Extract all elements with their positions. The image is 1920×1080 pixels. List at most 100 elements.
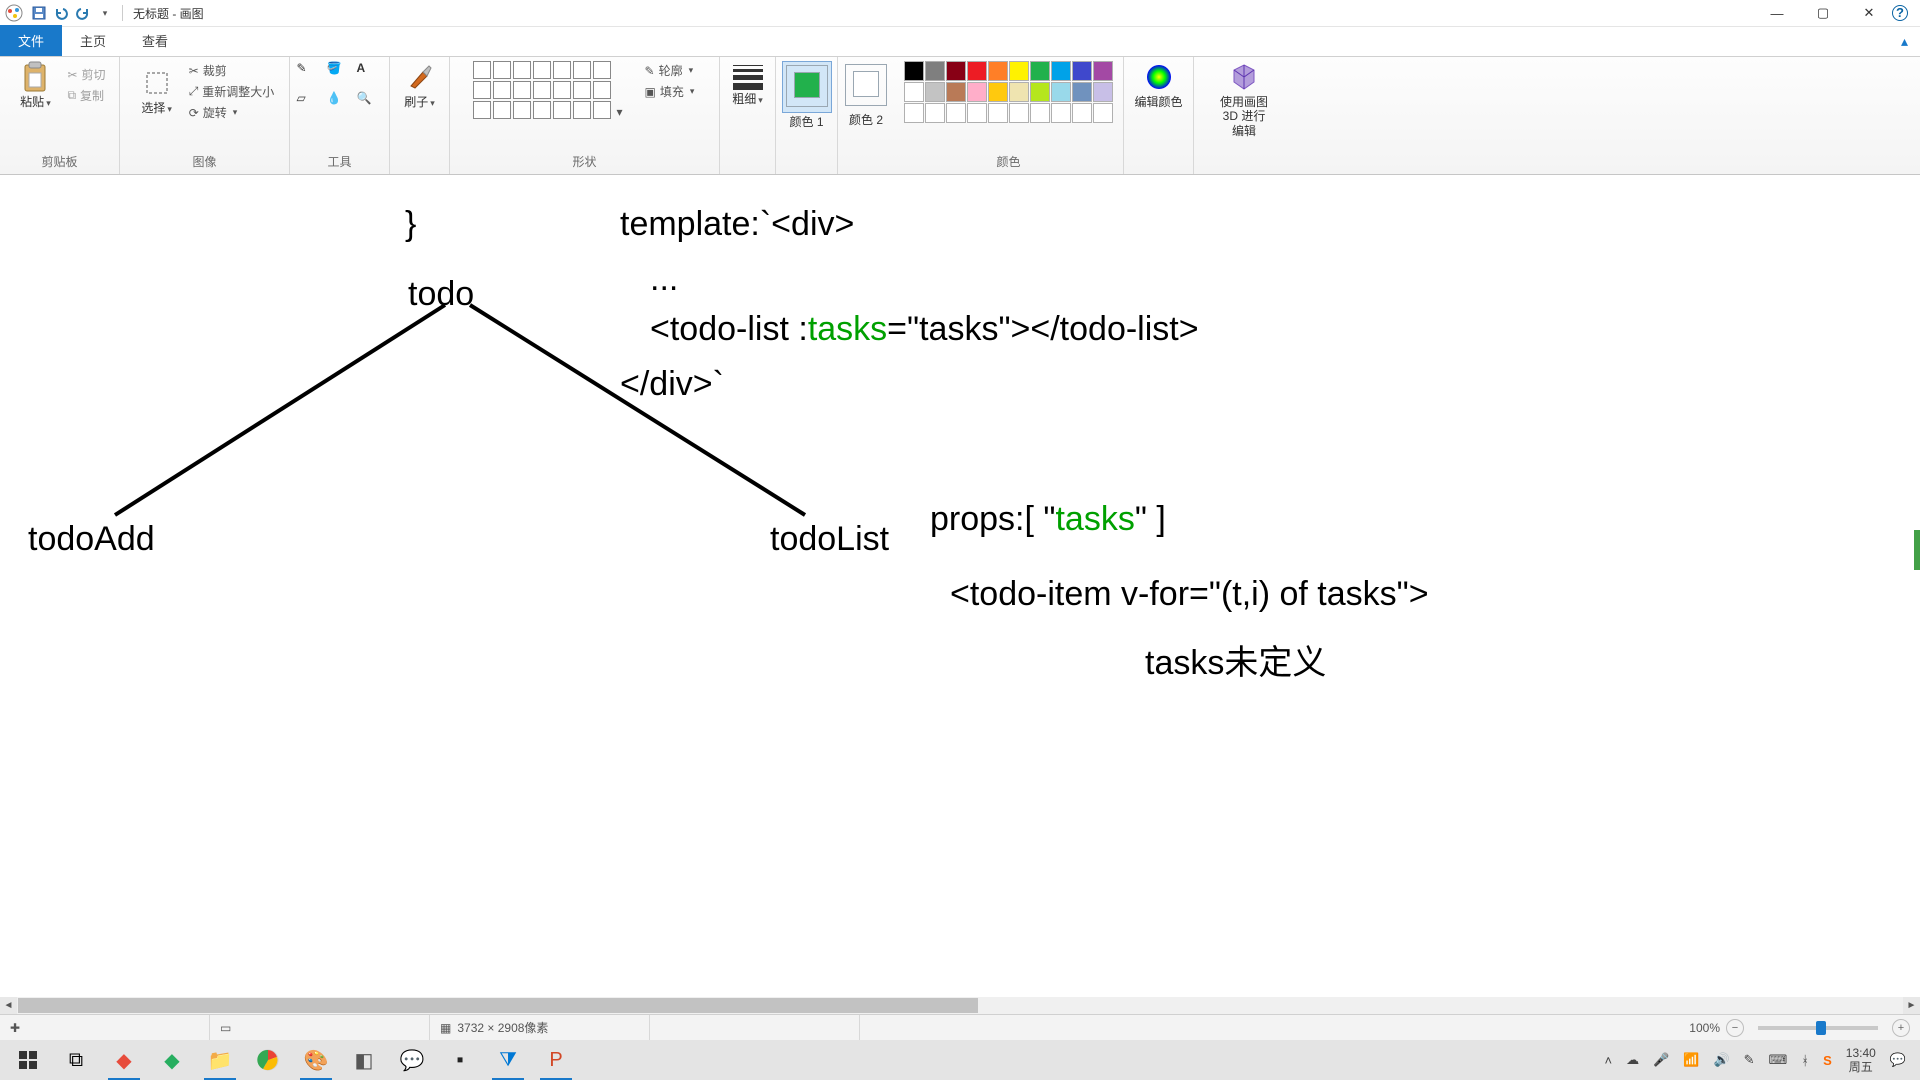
edit-colors-button[interactable]: 编辑颜色 xyxy=(1135,61,1183,109)
maximize-button[interactable]: ▢ xyxy=(1800,0,1846,27)
shapes-gallery[interactable] xyxy=(473,61,611,119)
taskbar-app-1[interactable]: ◆ xyxy=(100,1040,148,1080)
picker-icon[interactable]: 💧 xyxy=(327,91,353,117)
text-icon[interactable]: A xyxy=(357,61,383,87)
palette-color[interactable] xyxy=(925,61,945,81)
palette-color[interactable] xyxy=(1030,82,1050,102)
start-button[interactable] xyxy=(4,1040,52,1080)
scroll-thumb[interactable] xyxy=(18,998,978,1013)
tray-volume-icon[interactable]: 🔊 xyxy=(1713,1052,1729,1068)
color1-button[interactable] xyxy=(782,61,832,113)
palette-color[interactable] xyxy=(1051,61,1071,81)
redo-icon[interactable] xyxy=(74,4,92,22)
save-icon[interactable] xyxy=(30,4,48,22)
palette-color[interactable] xyxy=(946,82,966,102)
palette-color[interactable] xyxy=(1093,61,1113,81)
palette-empty[interactable] xyxy=(925,103,945,123)
palette-color[interactable] xyxy=(988,82,1008,102)
resize-button[interactable]: ⤢ 重新调整大小 xyxy=(187,82,277,101)
taskbar-app-3[interactable]: ◧ xyxy=(340,1040,388,1080)
palette-color[interactable] xyxy=(988,61,1008,81)
palette-color[interactable] xyxy=(1009,82,1029,102)
side-handle[interactable] xyxy=(1914,530,1920,570)
palette-color[interactable] xyxy=(904,82,924,102)
color-palette[interactable] xyxy=(904,61,1113,123)
tray-chevron-up-icon[interactable]: ˄ xyxy=(1604,1053,1612,1068)
tray-wifi-icon[interactable]: 📶 xyxy=(1683,1052,1699,1068)
canvas-area[interactable]: } template:`<div> ... todo <todo-list :t… xyxy=(0,175,1920,1014)
paste-button[interactable]: 粘贴▾ xyxy=(11,61,59,109)
palette-color[interactable] xyxy=(1009,61,1029,81)
thickness-button[interactable] xyxy=(731,65,765,90)
close-button[interactable]: ✕ xyxy=(1846,0,1892,27)
zoom-out-button[interactable]: − xyxy=(1726,1019,1744,1037)
scroll-right-icon[interactable]: ► xyxy=(1903,997,1920,1014)
palette-empty[interactable] xyxy=(1009,103,1029,123)
tab-file[interactable]: 文件 xyxy=(0,25,62,56)
palette-empty[interactable] xyxy=(1030,103,1050,123)
group-label: 图像 xyxy=(192,153,216,172)
palette-color[interactable] xyxy=(904,61,924,81)
palette-empty[interactable] xyxy=(1072,103,1092,123)
tray-pen-icon[interactable]: ✎ xyxy=(1744,1052,1755,1068)
qat-dropdown-icon[interactable]: ▾ xyxy=(96,4,114,22)
tab-home[interactable]: 主页 xyxy=(62,25,124,56)
taskbar-terminal[interactable]: ▪ xyxy=(436,1040,484,1080)
taskbar-paint[interactable]: 🎨 xyxy=(292,1040,340,1080)
palette-color[interactable] xyxy=(1093,82,1113,102)
palette-color[interactable] xyxy=(967,82,987,102)
palette-color[interactable] xyxy=(1072,82,1092,102)
help-button[interactable]: ? xyxy=(1892,5,1908,21)
taskview-button[interactable]: ⧉ xyxy=(52,1040,100,1080)
select-button[interactable]: 选择▾ xyxy=(133,67,181,115)
zoom-in-button[interactable]: + xyxy=(1892,1019,1910,1037)
tray-clock[interactable]: 13:40 周五 xyxy=(1846,1046,1876,1075)
tray-sogou-icon[interactable]: S xyxy=(1823,1053,1832,1068)
tray-ime-icon[interactable]: ⌨ xyxy=(1769,1052,1788,1068)
cut-button[interactable]: ✂ 剪切 xyxy=(65,65,107,84)
tab-view[interactable]: 查看 xyxy=(124,25,186,56)
eraser-icon[interactable]: ▱ xyxy=(297,91,323,117)
palette-color[interactable] xyxy=(1030,61,1050,81)
tray-onedrive-icon[interactable]: ☁ xyxy=(1626,1052,1639,1068)
taskbar-chrome[interactable] xyxy=(244,1040,292,1080)
palette-color[interactable] xyxy=(1051,82,1071,102)
taskbar-app-2[interactable]: ◆ xyxy=(148,1040,196,1080)
crop-button[interactable]: ✂ 裁剪 xyxy=(187,61,229,80)
magnifier-icon[interactable]: 🔍 xyxy=(357,91,383,117)
palette-empty[interactable] xyxy=(1051,103,1071,123)
shape-fill-button[interactable]: ▣ 填充▾ xyxy=(643,82,697,101)
title-bar: ▾ 无标题 - 画图 — ▢ ✕ ? xyxy=(0,0,1920,27)
palette-empty[interactable] xyxy=(1093,103,1113,123)
palette-color[interactable] xyxy=(946,61,966,81)
tray-notifications-icon[interactable]: 💬 xyxy=(1890,1052,1906,1068)
ribbon-minimize-icon[interactable]: ▴ xyxy=(1889,27,1920,56)
taskbar-explorer[interactable]: 📁 xyxy=(196,1040,244,1080)
tray-bluetooth-icon[interactable]: ᚼ xyxy=(1801,1053,1809,1068)
brushes-button[interactable]: 刷子▾ xyxy=(396,61,444,109)
shapes-more-icon[interactable]: ▾ xyxy=(617,61,631,119)
taskbar-wechat[interactable]: 💬 xyxy=(388,1040,436,1080)
palette-empty[interactable] xyxy=(967,103,987,123)
rotate-button[interactable]: ⟳ 旋转▾ xyxy=(187,103,240,122)
palette-color[interactable] xyxy=(1072,61,1092,81)
zoom-slider[interactable] xyxy=(1758,1026,1878,1030)
tray-mic-icon[interactable]: 🎤 xyxy=(1653,1052,1669,1068)
taskbar-powerpoint[interactable]: P xyxy=(532,1040,580,1080)
color2-button[interactable] xyxy=(842,61,890,111)
minimize-button[interactable]: — xyxy=(1754,0,1800,27)
taskbar-vscode[interactable]: ⧩ xyxy=(484,1040,532,1080)
bucket-icon[interactable]: 🪣 xyxy=(327,61,353,87)
shape-outline-button[interactable]: ✎ 轮廓▾ xyxy=(643,61,696,80)
undo-icon[interactable] xyxy=(52,4,70,22)
pencil-icon[interactable]: ✎ xyxy=(297,61,323,87)
palette-color[interactable] xyxy=(967,61,987,81)
paint3d-button[interactable]: 使用画图 3D 进行编辑 xyxy=(1220,61,1268,138)
palette-empty[interactable] xyxy=(946,103,966,123)
palette-empty[interactable] xyxy=(988,103,1008,123)
palette-empty[interactable] xyxy=(904,103,924,123)
palette-color[interactable] xyxy=(925,82,945,102)
horizontal-scrollbar[interactable]: ◄ ► xyxy=(0,997,1920,1014)
copy-button[interactable]: ⧉ 复制 xyxy=(65,86,106,105)
scroll-left-icon[interactable]: ◄ xyxy=(0,997,17,1014)
